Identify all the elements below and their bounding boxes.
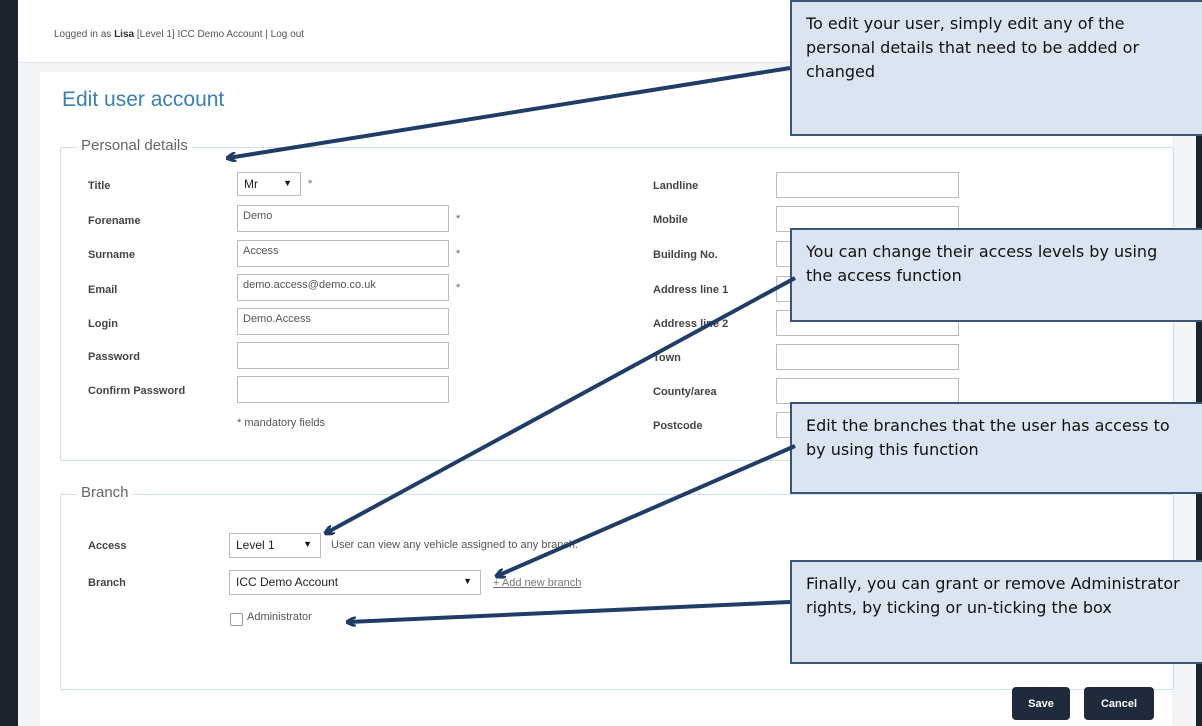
page-title: Edit user account bbox=[62, 88, 225, 111]
title-select-value: Mr bbox=[244, 177, 258, 191]
building-no-label: Building No. bbox=[653, 249, 718, 261]
callout-branches: Edit the branches that the user has acce… bbox=[790, 402, 1202, 494]
title-label: Title bbox=[88, 180, 111, 192]
administrator-checkbox[interactable] bbox=[230, 613, 243, 626]
county-field[interactable] bbox=[776, 378, 959, 404]
surname-label: Surname bbox=[88, 249, 136, 261]
landline-field[interactable] bbox=[776, 172, 959, 198]
access-hint: User can view any vehicle assigned to an… bbox=[331, 539, 579, 551]
callout-edit-details: To edit your user, simply edit any of th… bbox=[790, 0, 1202, 136]
postcode-label: Postcode bbox=[653, 420, 703, 432]
login-account: ICC Demo Account bbox=[177, 29, 263, 40]
login-separator: | bbox=[265, 29, 268, 40]
confirm-password-field[interactable] bbox=[237, 376, 449, 403]
login-prefix: Logged in as bbox=[54, 29, 112, 40]
access-label: Access bbox=[88, 540, 127, 552]
branch-select-value: ICC Demo Account bbox=[236, 575, 339, 589]
add-new-branch-link[interactable]: + Add new branch bbox=[493, 577, 581, 589]
branch-label: Branch bbox=[88, 577, 126, 589]
callout-administrator: Finally, you can grant or remove Adminis… bbox=[790, 560, 1202, 664]
required-star: * bbox=[456, 213, 461, 225]
branch-select[interactable]: ICC Demo Account ▼ bbox=[229, 570, 481, 595]
login-label: Login bbox=[88, 318, 118, 330]
callout-access-levels: You can change their access levels by us… bbox=[790, 228, 1202, 322]
email-field[interactable]: demo.access@demo.co.uk bbox=[237, 274, 449, 301]
chevron-down-icon: ▼ bbox=[283, 178, 292, 188]
town-field[interactable] bbox=[776, 344, 959, 370]
branch-legend: Branch bbox=[77, 484, 133, 501]
administrator-label: Administrator bbox=[247, 611, 312, 623]
required-star: * bbox=[456, 282, 461, 294]
window-frame-left bbox=[0, 0, 18, 726]
login-field[interactable]: Demo.Access bbox=[237, 308, 449, 335]
landline-label: Landline bbox=[653, 180, 699, 192]
address-line-2-label: Address line 2 bbox=[653, 318, 729, 330]
login-user: Lisa bbox=[114, 29, 135, 40]
logout-link[interactable]: Log out bbox=[271, 29, 304, 40]
password-field[interactable] bbox=[237, 342, 449, 369]
password-label: Password bbox=[88, 351, 140, 363]
login-level: [Level 1] bbox=[136, 29, 175, 40]
confirm-password-label: Confirm Password bbox=[88, 385, 186, 397]
address-line-1-label: Address line 1 bbox=[653, 284, 729, 296]
required-star: * bbox=[456, 248, 461, 260]
forename-field[interactable]: Demo bbox=[237, 205, 449, 232]
access-select[interactable]: Level 1 ▼ bbox=[229, 533, 321, 558]
login-info: Logged in as Lisa [Level 1] ICC Demo Acc… bbox=[54, 29, 304, 40]
chevron-down-icon: ▼ bbox=[463, 576, 472, 586]
forename-label: Forename bbox=[88, 215, 141, 227]
town-label: Town bbox=[653, 352, 681, 364]
cancel-button[interactable]: Cancel bbox=[1084, 687, 1154, 720]
mandatory-note: * mandatory fields bbox=[237, 417, 326, 429]
email-label: Email bbox=[88, 284, 118, 296]
save-button[interactable]: Save bbox=[1012, 687, 1070, 720]
county-label: County/area bbox=[653, 386, 717, 398]
surname-field[interactable]: Access bbox=[237, 240, 449, 267]
access-select-value: Level 1 bbox=[236, 538, 275, 552]
personal-details-legend: Personal details bbox=[77, 137, 192, 154]
mobile-label: Mobile bbox=[653, 214, 688, 226]
title-select[interactable]: Mr ▼ bbox=[237, 172, 301, 196]
required-star: * bbox=[308, 178, 313, 190]
chevron-down-icon: ▼ bbox=[303, 539, 312, 549]
